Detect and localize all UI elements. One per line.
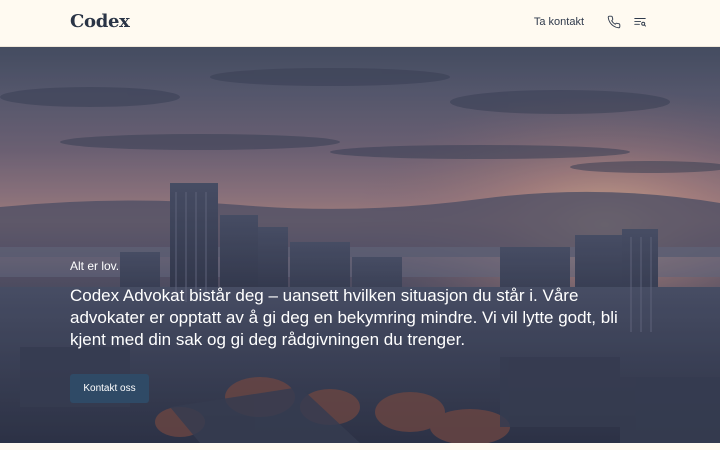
site-header: Codex Ta kontakt (0, 0, 720, 47)
header-nav: Ta kontakt (534, 14, 648, 30)
logo[interactable]: Codex (70, 11, 130, 32)
page-bottom-strip (0, 443, 720, 450)
hero-section: Alt er lov. Codex Advokat bistår deg – u… (0, 47, 720, 443)
contact-us-button[interactable]: Kontakt oss (70, 374, 149, 403)
hero-content: Alt er lov. Codex Advokat bistår deg – u… (70, 259, 650, 351)
contact-link[interactable]: Ta kontakt (534, 16, 584, 28)
menu-filter-icon[interactable] (632, 14, 648, 30)
phone-icon[interactable] (606, 14, 622, 30)
hero-lead-text: Codex Advokat bistår deg – uansett hvilk… (70, 286, 618, 349)
hero-eyebrow: Alt er lov. (70, 259, 120, 273)
